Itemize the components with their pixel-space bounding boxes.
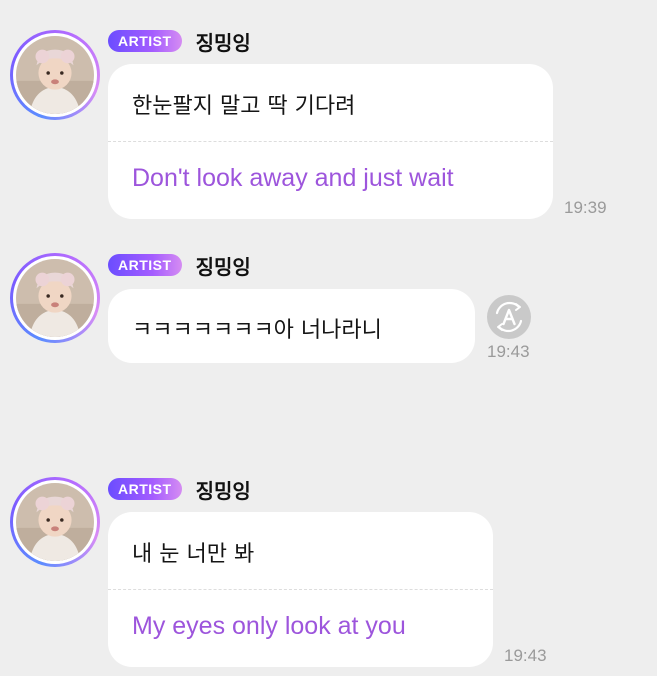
sender-name-row: ARTIST 징밍잉	[108, 476, 251, 503]
translate-button[interactable]	[487, 295, 531, 339]
message-text: 한눈팔지 말고 딱 기다려	[132, 94, 356, 119]
message-bubble[interactable]: ㅋㅋㅋㅋㅋㅋㅋ아 너나라니	[108, 289, 475, 363]
baby-photo-icon	[16, 483, 94, 561]
translation-text: Don't look away and just wait	[132, 164, 454, 192]
baby-photo-icon	[16, 36, 94, 114]
message-bubble[interactable]: 내 눈 너만 봐 My eyes only look at you	[108, 512, 493, 667]
translation-divider	[108, 589, 493, 590]
artist-badge: ARTIST	[108, 30, 182, 52]
message-timestamp: 19:39	[564, 198, 607, 217]
sender-name-row: ARTIST 징밍잉	[108, 252, 251, 279]
translation-divider	[108, 141, 553, 142]
artist-badge: ARTIST	[108, 478, 182, 500]
sender-name: 징밍잉	[195, 478, 251, 503]
message-timestamp: 19:43	[487, 342, 530, 361]
artist-avatar[interactable]	[10, 30, 100, 120]
message-bubble[interactable]: 한눈팔지 말고 딱 기다려 Don't look away and just w…	[108, 64, 553, 219]
sender-name-row: ARTIST 징밍잉	[108, 28, 251, 55]
sender-name: 징밍잉	[195, 254, 251, 279]
baby-photo-icon	[16, 259, 94, 337]
artist-avatar[interactable]	[10, 253, 100, 343]
message-timestamp: 19:43	[504, 646, 547, 665]
artist-avatar[interactable]	[10, 477, 100, 567]
translation-text: My eyes only look at you	[132, 612, 406, 640]
translate-icon	[495, 301, 523, 333]
sender-name: 징밍잉	[195, 30, 251, 55]
artist-badge: ARTIST	[108, 254, 182, 276]
message-text: 내 눈 너만 봐	[132, 542, 255, 567]
message-text: ㅋㅋㅋㅋㅋㅋㅋ아 너나라니	[132, 318, 382, 343]
